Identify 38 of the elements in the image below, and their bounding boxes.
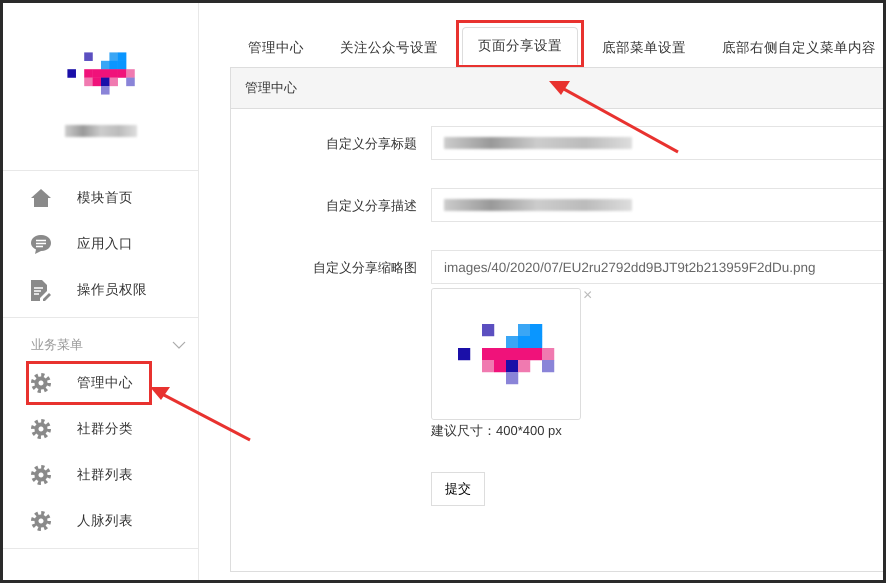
chevron-down-icon[interactable] xyxy=(172,341,186,349)
tab[interactable]: 底部右侧自定义菜单内容 xyxy=(706,27,883,68)
menu-label: 管理中心 xyxy=(77,374,133,392)
text-field[interactable] xyxy=(431,126,883,160)
chat-bubble-icon xyxy=(31,234,51,254)
menu-item[interactable]: 管理中心 xyxy=(25,360,153,406)
menu-item[interactable]: 社群分类 xyxy=(3,406,198,452)
home-icon xyxy=(31,189,51,207)
gear-icon xyxy=(31,465,51,485)
nav-label: 模块首页 xyxy=(77,189,133,207)
tab[interactable]: 底部菜单设置 xyxy=(586,27,702,68)
nav-item[interactable]: 模块首页 xyxy=(3,175,198,221)
size-hint: 建议尺寸：400*400 px xyxy=(431,422,563,440)
field-label: 自定义分享标题 xyxy=(325,135,417,153)
image-path-field[interactable]: images/40/2020/07/EU2ru2792dd9BJT9t2b213959F2dDu.png xyxy=(431,250,883,284)
gear-icon xyxy=(31,373,51,393)
redacted-text xyxy=(64,124,136,137)
panel-title: 管理中心 xyxy=(245,79,297,97)
menu-label: 人脉列表 xyxy=(77,512,133,530)
field-label: 自定义分享描述 xyxy=(325,197,417,215)
submit-button[interactable]: 提交 xyxy=(431,472,485,506)
gear-icon xyxy=(31,419,51,439)
section-title: 业务菜单 xyxy=(31,336,83,354)
tab[interactable]: 页面分享设置 xyxy=(462,27,578,65)
document-pen-icon xyxy=(31,280,51,300)
menu-label: 社群分类 xyxy=(77,420,133,438)
field-label: 自定义分享缩略图 xyxy=(312,259,417,277)
nav-item[interactable]: 应用入口 xyxy=(3,221,198,267)
text-field[interactable] xyxy=(431,188,883,222)
nav-label: 操作员权限 xyxy=(77,281,147,299)
menu-label: 社群列表 xyxy=(77,466,133,484)
tab[interactable]: 关注公众号设置 xyxy=(324,27,454,68)
nav-label: 应用入口 xyxy=(77,235,133,253)
nav-item[interactable]: 操作员权限 xyxy=(3,267,198,313)
gear-icon xyxy=(31,511,51,531)
tab[interactable]: 管理中心 xyxy=(232,27,320,68)
menu-item[interactable]: 人脉列表 xyxy=(3,498,198,544)
menu-item[interactable]: 社群列表 xyxy=(3,452,198,498)
